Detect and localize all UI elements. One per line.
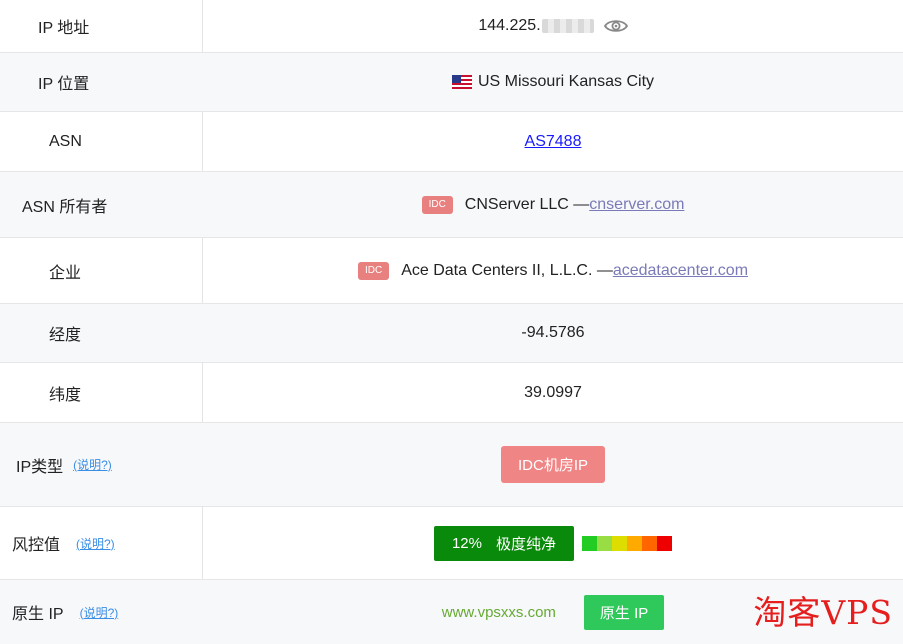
ip-location-value-cell: US Missouri Kansas City (203, 53, 903, 111)
ip-address-masked (541, 19, 594, 33)
eye-icon[interactable] (603, 18, 628, 34)
risk-value-cell: 12% 极度纯净 (203, 507, 903, 579)
risk-help-link[interactable]: (说明?) (76, 535, 115, 552)
risk-score-badge: 12% 极度纯净 (433, 525, 575, 561)
longitude-value: -94.5786 (521, 324, 585, 341)
idc-badge: IDC (357, 261, 390, 280)
asn-owner-name: CNServer LLC — (464, 195, 590, 213)
asn-link[interactable]: AS7488 (525, 133, 582, 151)
ip-type-label: IP类型 (16, 458, 64, 476)
risk-label-cell: 风控值 (说明?) (12, 507, 115, 579)
ip-type-label-cell: IP类型 (说明?) (16, 423, 112, 506)
ip-type-badge: IDC机房IP (500, 446, 605, 483)
asn-value-cell: AS7488 (203, 112, 903, 171)
risk-scale-segment (627, 535, 643, 551)
risk-scale-segment (582, 535, 598, 551)
ip-address-value: 144.225. (478, 17, 541, 34)
latitude-value: 39.0997 (524, 383, 582, 401)
ip-location-label: IP 位置 (38, 76, 90, 93)
row-ip-address: IP 地址 144.225. (0, 0, 903, 53)
risk-text: 极度纯净 (496, 535, 557, 553)
enterprise-name: Ace Data Centers II, L.L.C. — (401, 261, 613, 279)
native-ip-help-link[interactable]: (说明?) (80, 604, 119, 621)
asn-owner-domain-link[interactable]: cnserver.com (589, 196, 684, 214)
asn-label: ASN (49, 132, 82, 150)
latitude-label: 纬度 (49, 386, 82, 404)
ip-address-value-cell: 144.225. (203, 0, 903, 52)
risk-scale-segment (657, 535, 673, 551)
ip-type-value-cell: IDC机房IP (203, 423, 903, 506)
risk-scale (582, 535, 673, 551)
row-risk: 风控值 (说明?) 12% 极度纯净 (0, 507, 903, 580)
risk-percent: 12% (451, 534, 482, 552)
row-enterprise: 企业 IDC Ace Data Centers II, L.L.C. — ace… (0, 238, 903, 304)
ip-type-help-link[interactable]: (说明?) (73, 456, 112, 473)
enterprise-value-cell: IDC Ace Data Centers II, L.L.C. — acedat… (203, 238, 903, 303)
us-flag-icon (451, 75, 472, 89)
enterprise-label: 企业 (49, 264, 82, 282)
native-ip-label: 原生 IP (12, 606, 64, 623)
idc-badge: IDC (421, 195, 453, 214)
asn-owner-label: ASN 所有者 (22, 198, 108, 216)
ip-location-value: US Missouri Kansas City (477, 73, 655, 90)
risk-scale-segment (642, 535, 658, 551)
row-latitude: 纬度 39.0997 (0, 363, 903, 423)
risk-scale-segment (597, 535, 613, 551)
native-ip-label-cell: 原生 IP (说明?) (12, 580, 118, 644)
enterprise-domain-link[interactable]: acedatacenter.com (613, 262, 748, 280)
native-ip-badge: 原生 IP (583, 594, 665, 630)
row-longitude: 经度 -94.5786 (0, 304, 903, 363)
row-asn: ASN AS7488 (0, 112, 903, 172)
watermark-logo: 淘客VPS (753, 593, 893, 632)
longitude-value-cell: -94.5786 (203, 304, 903, 362)
risk-scale-segment (612, 535, 628, 551)
longitude-label: 经度 (49, 327, 82, 344)
row-ip-type: IP类型 (说明?) IDC机房IP (0, 423, 903, 507)
asn-owner-value-cell: IDC CNServer LLC — cnserver.com (203, 172, 903, 237)
ip-address-label: IP 地址 (38, 20, 90, 37)
site-watermark-text: www.vpsxxs.com (441, 603, 556, 621)
risk-label: 风控值 (12, 537, 61, 554)
row-asn-owner: ASN 所有者 IDC CNServer LLC — cnserver.com (0, 172, 903, 238)
row-ip-location: IP 位置 US Missouri Kansas City (0, 53, 903, 112)
latitude-value-cell: 39.0997 (203, 363, 903, 422)
